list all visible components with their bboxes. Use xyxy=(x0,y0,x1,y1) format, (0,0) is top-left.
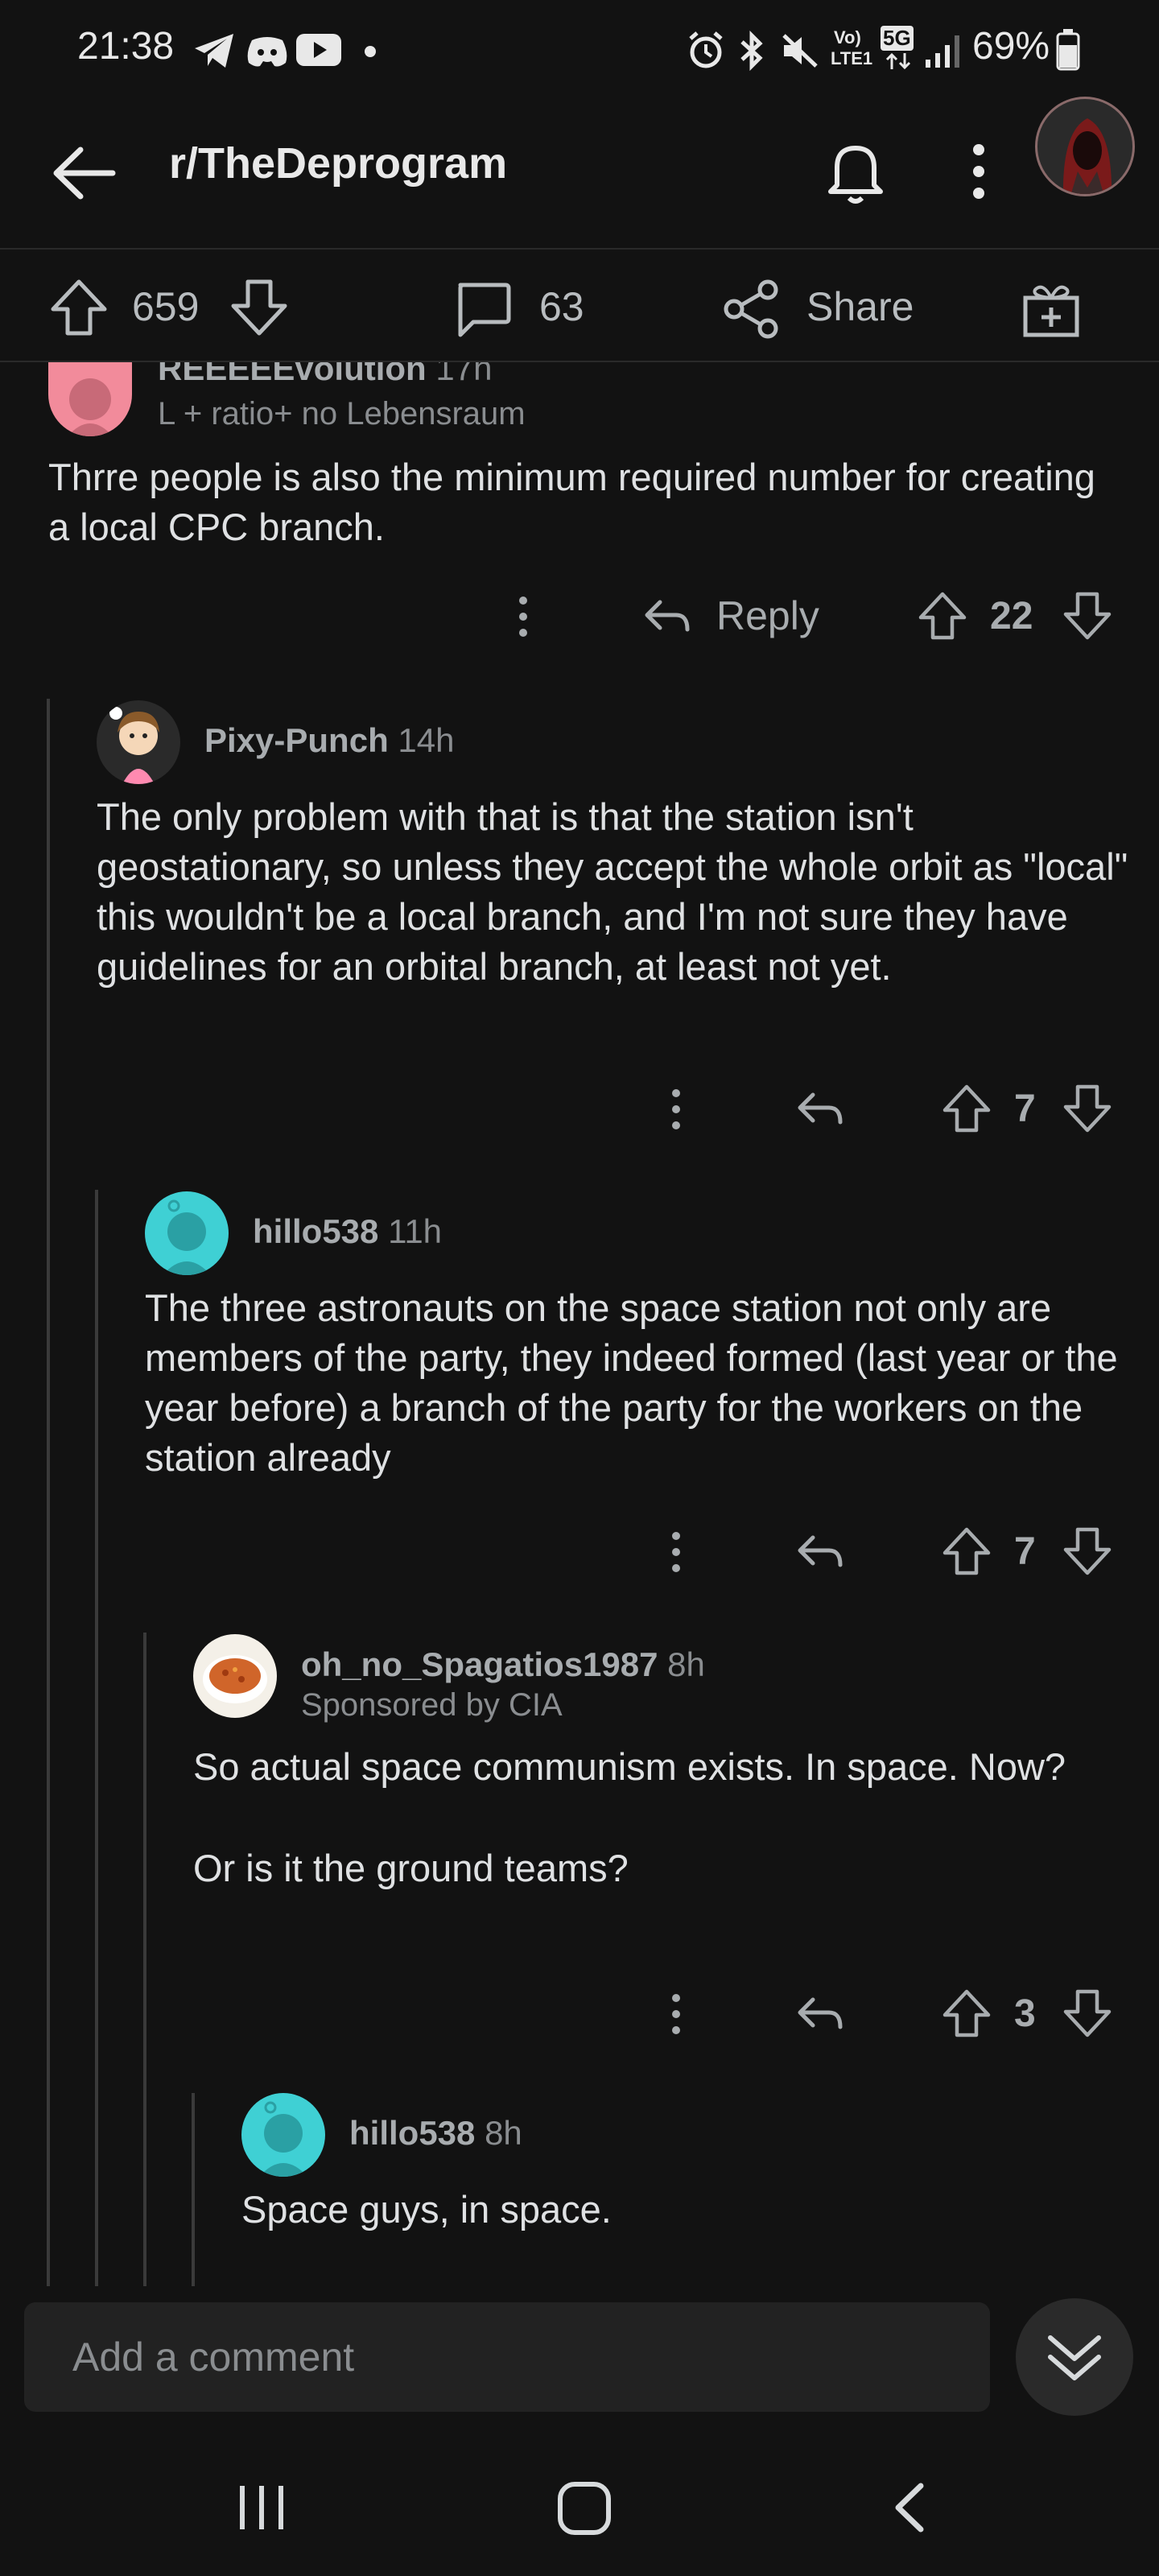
user-flair: L + ratio+ no Lebensraum xyxy=(158,396,526,431)
comment-body: Thrre people is also the minimum require… xyxy=(48,456,1095,548)
comment-avatar[interactable] xyxy=(97,700,180,784)
comment-avatar[interactable] xyxy=(241,2093,325,2177)
status-bar: 21:38 Vo) LTE1 5G 69% xyxy=(0,0,1159,97)
comment-body: The three astronauts on the space statio… xyxy=(145,1286,1118,1479)
bell-icon[interactable] xyxy=(819,135,892,208)
comment-username[interactable]: Pixy-Punch 14h xyxy=(204,721,454,760)
collapse-threads-button[interactable] xyxy=(1016,2298,1133,2416)
subreddit-name[interactable]: r/TheDeprogram xyxy=(169,138,507,188)
signal-icon xyxy=(926,35,959,68)
comment-more-icon[interactable] xyxy=(660,1085,692,1133)
battery-percent: 69% xyxy=(972,25,1050,68)
dot-icon xyxy=(365,46,376,57)
comment-more-icon[interactable] xyxy=(660,1528,692,1576)
home-icon[interactable] xyxy=(554,2478,615,2539)
upvote-icon[interactable] xyxy=(942,1988,992,2038)
thread-line[interactable] xyxy=(192,2093,195,2286)
thread-line[interactable] xyxy=(143,1633,146,2286)
reply-icon[interactable] xyxy=(795,1528,843,1576)
comment-body-paragraph: So actual space communism exists. In spa… xyxy=(193,1745,1066,1788)
discord-icon xyxy=(247,37,287,67)
downvote-icon[interactable] xyxy=(229,277,290,338)
nav-back-icon[interactable] xyxy=(885,2479,934,2536)
back-arrow-icon[interactable] xyxy=(48,137,121,209)
comment-avatar[interactable] xyxy=(193,1634,277,1718)
alarm-icon xyxy=(689,31,723,68)
comment-body: The only problem with that is that the s… xyxy=(97,795,1128,988)
vote-count: 22 xyxy=(990,595,1033,638)
comment-username[interactable]: hillo538 8h xyxy=(349,2114,522,2153)
recent-apps-icon[interactable] xyxy=(233,2479,290,2536)
share-icon[interactable] xyxy=(721,279,782,340)
volte-label: Vo) xyxy=(834,27,861,47)
vote-count: 3 xyxy=(1014,1992,1036,2035)
comment-avatar[interactable] xyxy=(48,362,132,436)
youtube-icon xyxy=(296,34,341,66)
comment-icon[interactable] xyxy=(452,279,514,340)
vote-count: 7 xyxy=(1014,1088,1036,1130)
user-avatar[interactable] xyxy=(1035,97,1135,196)
comment-username[interactable]: hillo538 11h xyxy=(253,1212,442,1251)
add-comment-input[interactable] xyxy=(24,2302,990,2412)
reply-button[interactable]: Reply xyxy=(716,592,819,639)
downvote-icon[interactable] xyxy=(1062,1526,1112,1576)
upvote-icon[interactable] xyxy=(942,1526,992,1576)
downvote-icon[interactable] xyxy=(1062,1988,1112,2038)
comment-more-icon[interactable] xyxy=(660,1990,692,2038)
upvote-icon[interactable] xyxy=(48,277,109,338)
data-arrows-icon xyxy=(885,52,911,70)
bluetooth-icon xyxy=(740,31,763,71)
mute-icon xyxy=(782,34,818,68)
more-icon[interactable] xyxy=(963,135,995,208)
upvote-icon[interactable] xyxy=(942,1084,992,1133)
comment-more-icon[interactable] xyxy=(507,592,539,641)
comment-thread: REEEEEvolution 17h L + ratio+ no Lebensr… xyxy=(0,362,1159,2286)
telegram-icon xyxy=(195,34,233,68)
comment-username[interactable]: oh_no_Spagatios1987 8h xyxy=(301,1645,705,1684)
comment-body: Space guys, in space. xyxy=(241,2188,612,2231)
comment-username[interactable]: REEEEEvolution 17h xyxy=(158,362,492,388)
status-time: 21:38 xyxy=(77,25,175,68)
award-icon[interactable] xyxy=(1021,279,1082,340)
vote-count: 7 xyxy=(1014,1530,1036,1573)
lte-label: LTE1 xyxy=(831,48,873,68)
battery-icon xyxy=(1056,29,1080,71)
reply-icon[interactable] xyxy=(642,592,691,641)
top-app-bar: r/TheDeprogram xyxy=(0,97,1159,250)
system-nav-bar xyxy=(0,2439,1159,2576)
thread-line[interactable] xyxy=(47,699,50,2286)
thread-line[interactable] xyxy=(95,1190,98,2286)
comment-body-paragraph: Or is it the ground teams? xyxy=(193,1847,629,1889)
double-chevron-down-icon xyxy=(1048,2335,1101,2380)
downvote-icon[interactable] xyxy=(1062,591,1112,641)
upvote-count: 659 xyxy=(132,284,200,329)
post-action-bar: 659 63 Share xyxy=(0,250,1159,362)
comment-count[interactable]: 63 xyxy=(539,283,584,330)
upvote-icon[interactable] xyxy=(918,591,967,641)
comment-avatar[interactable] xyxy=(145,1191,229,1275)
user-flair: Sponsored by CIA xyxy=(301,1687,563,1723)
5g-badge: 5G xyxy=(881,26,914,51)
downvote-icon[interactable] xyxy=(1062,1084,1112,1133)
reply-icon[interactable] xyxy=(795,1085,843,1133)
share-label[interactable]: Share xyxy=(806,283,914,330)
reply-icon[interactable] xyxy=(795,1990,843,2038)
